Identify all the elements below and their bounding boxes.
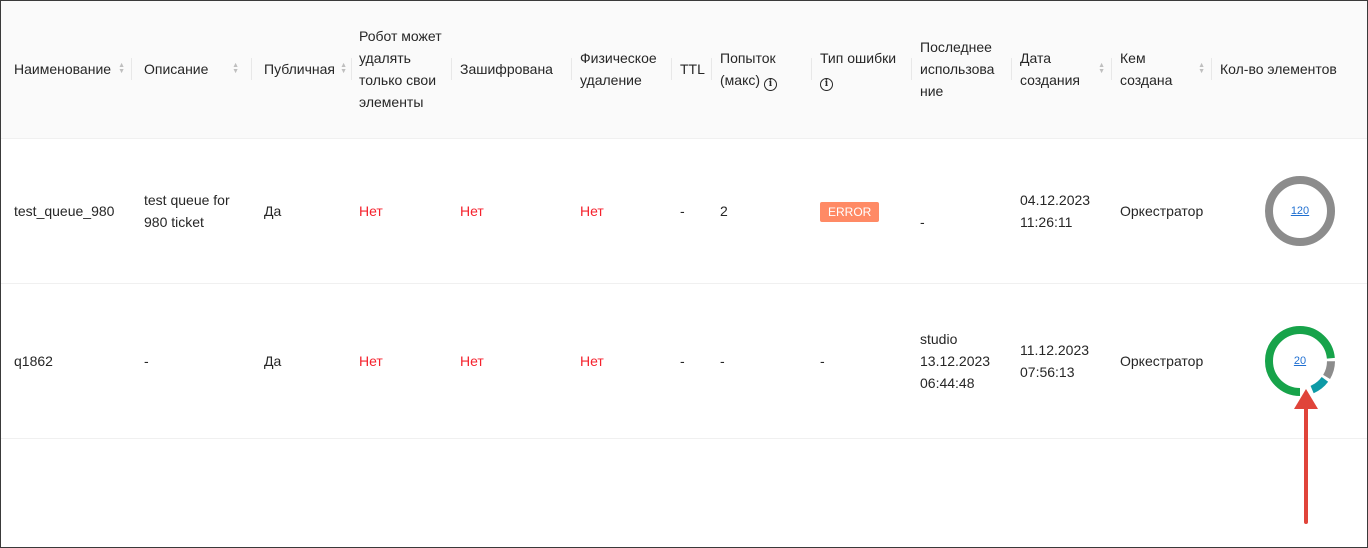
- sort-icon[interactable]: ▲ ▼: [118, 62, 125, 75]
- cell-encrypted: Нет: [451, 138, 571, 284]
- column-header-label: Робот может удалять только свои элементы: [359, 28, 442, 111]
- cell-created: 11.12.2023 07:56:13: [1011, 283, 1111, 439]
- queues-table-panel: Наименование ▲ ▼ Описание ▲ ▼ Публичная ▲ ▼…: [0, 0, 1368, 548]
- column-separator: [451, 58, 452, 81]
- column-separator: [571, 58, 572, 81]
- column-header-created[interactable]: Дата создания ▲ ▼: [1011, 1, 1111, 139]
- cell-error-type: ERROR: [811, 138, 911, 284]
- column-separator: [1111, 58, 1112, 81]
- column-separator: [1211, 58, 1212, 81]
- column-separator: [351, 58, 352, 81]
- cell-ttl: -: [671, 138, 711, 284]
- cell-last-used: -: [911, 138, 1011, 284]
- column-header-label: Кем создана: [1120, 50, 1173, 89]
- column-header-last-used: Последнее использова ние: [911, 1, 1011, 139]
- item-count-donut: 120: [1264, 175, 1336, 247]
- column-header-error-type: Тип ошибки i: [811, 1, 911, 139]
- table-header-row: Наименование ▲ ▼ Описание ▲ ▼ Публичная ▲ ▼…: [1, 1, 1367, 139]
- cell-robot-own-only: Нет: [351, 138, 451, 284]
- cell-max-attempts: -: [711, 283, 811, 439]
- column-header-label: TTL: [680, 61, 705, 78]
- column-header-label: Кол-во элементов: [1220, 61, 1337, 78]
- sort-icon[interactable]: ▲ ▼: [1098, 62, 1105, 75]
- cell-error-type: -: [811, 283, 911, 439]
- column-separator: [711, 58, 712, 81]
- info-icon[interactable]: i: [763, 78, 777, 92]
- table-row[interactable]: test_queue_980 test queue for 980 ticket…: [1, 138, 1367, 284]
- column-header-label: Публичная: [264, 61, 335, 78]
- column-separator: [1011, 58, 1012, 81]
- cell-description: -: [131, 283, 251, 439]
- cell-robot-own-only: Нет: [351, 283, 451, 439]
- cell-encrypted: Нет: [451, 283, 571, 439]
- column-header-item-count: Кол-во элементов: [1211, 1, 1367, 139]
- column-header-label: Зашифрована: [460, 61, 553, 78]
- column-header-label: Последнее использова ние: [920, 39, 995, 100]
- cell-created: 04.12.2023 11:26:11: [1011, 138, 1111, 284]
- cell-ttl: -: [671, 283, 711, 439]
- column-header-ttl: TTL: [671, 1, 711, 139]
- cell-description: test queue for 980 ticket: [131, 138, 251, 284]
- column-header-public[interactable]: Публичная ▲ ▼: [251, 1, 351, 139]
- column-header-name[interactable]: Наименование ▲ ▼: [1, 1, 131, 139]
- cell-created-by: Оркестратор: [1111, 283, 1211, 439]
- column-separator: [131, 58, 132, 81]
- cell-item-count: 120: [1211, 138, 1367, 284]
- sort-icon[interactable]: ▲ ▼: [232, 62, 239, 75]
- column-header-label: Описание: [144, 61, 209, 78]
- column-separator: [811, 58, 812, 81]
- column-header-physical-delete: Физическое удаление: [571, 1, 671, 139]
- cell-max-attempts: 2: [711, 138, 811, 284]
- cell-created-by: Оркестратор: [1111, 138, 1211, 284]
- column-header-encrypted: Зашифрована: [451, 1, 571, 139]
- item-count-link[interactable]: 20: [1264, 325, 1336, 397]
- column-header-label: Тип ошибки: [820, 50, 897, 67]
- sort-icon[interactable]: ▲ ▼: [1198, 62, 1205, 75]
- annotation-arrow-head: [1294, 389, 1318, 409]
- cell-public: Да: [251, 138, 351, 284]
- column-header-description[interactable]: Описание ▲ ▼: [131, 1, 251, 139]
- column-header-label: Наименование: [14, 61, 112, 78]
- last-used-text: studio 13.12.2023 06:44:48: [920, 330, 991, 391]
- created-datetime: 11.12.2023 07:56:13: [1020, 341, 1090, 380]
- error-type-tag: ERROR: [820, 201, 880, 222]
- annotation-arrow: [1294, 389, 1318, 524]
- item-count-link[interactable]: 120: [1264, 175, 1336, 247]
- sort-icon[interactable]: ▲ ▼: [340, 62, 347, 75]
- cell-public: Да: [251, 283, 351, 439]
- info-icon[interactable]: i: [820, 78, 833, 92]
- table-row[interactable]: q1862 - Да Нет Нет Нет - - - studio 13.1…: [1, 283, 1367, 439]
- created-datetime: 04.12.2023 11:26:11: [1020, 191, 1091, 230]
- cell-physical-delete: Нет: [571, 138, 671, 284]
- cell-physical-delete: Нет: [571, 283, 671, 439]
- column-separator: [671, 58, 672, 81]
- cell-last-used: studio 13.12.2023 06:44:48: [911, 283, 1011, 439]
- column-header-label: Физическое удаление: [580, 50, 657, 89]
- queues-table: Наименование ▲ ▼ Описание ▲ ▼ Публичная ▲ ▼…: [1, 1, 1367, 439]
- cell-name: q1862: [1, 283, 131, 439]
- column-header-created-by[interactable]: Кем создана ▲ ▼: [1111, 1, 1211, 139]
- cell-item-count: 20: [1211, 283, 1367, 439]
- column-header-label: Дата создания: [1020, 50, 1080, 89]
- column-header-robot-own-only: Робот может удалять только свои элементы: [351, 1, 451, 139]
- column-separator: [251, 58, 252, 81]
- column-header-max-attempts: Попыток (макс) i: [711, 1, 811, 139]
- item-count-donut: 20: [1264, 325, 1336, 397]
- cell-name: test_queue_980: [1, 138, 131, 284]
- column-separator: [911, 58, 912, 81]
